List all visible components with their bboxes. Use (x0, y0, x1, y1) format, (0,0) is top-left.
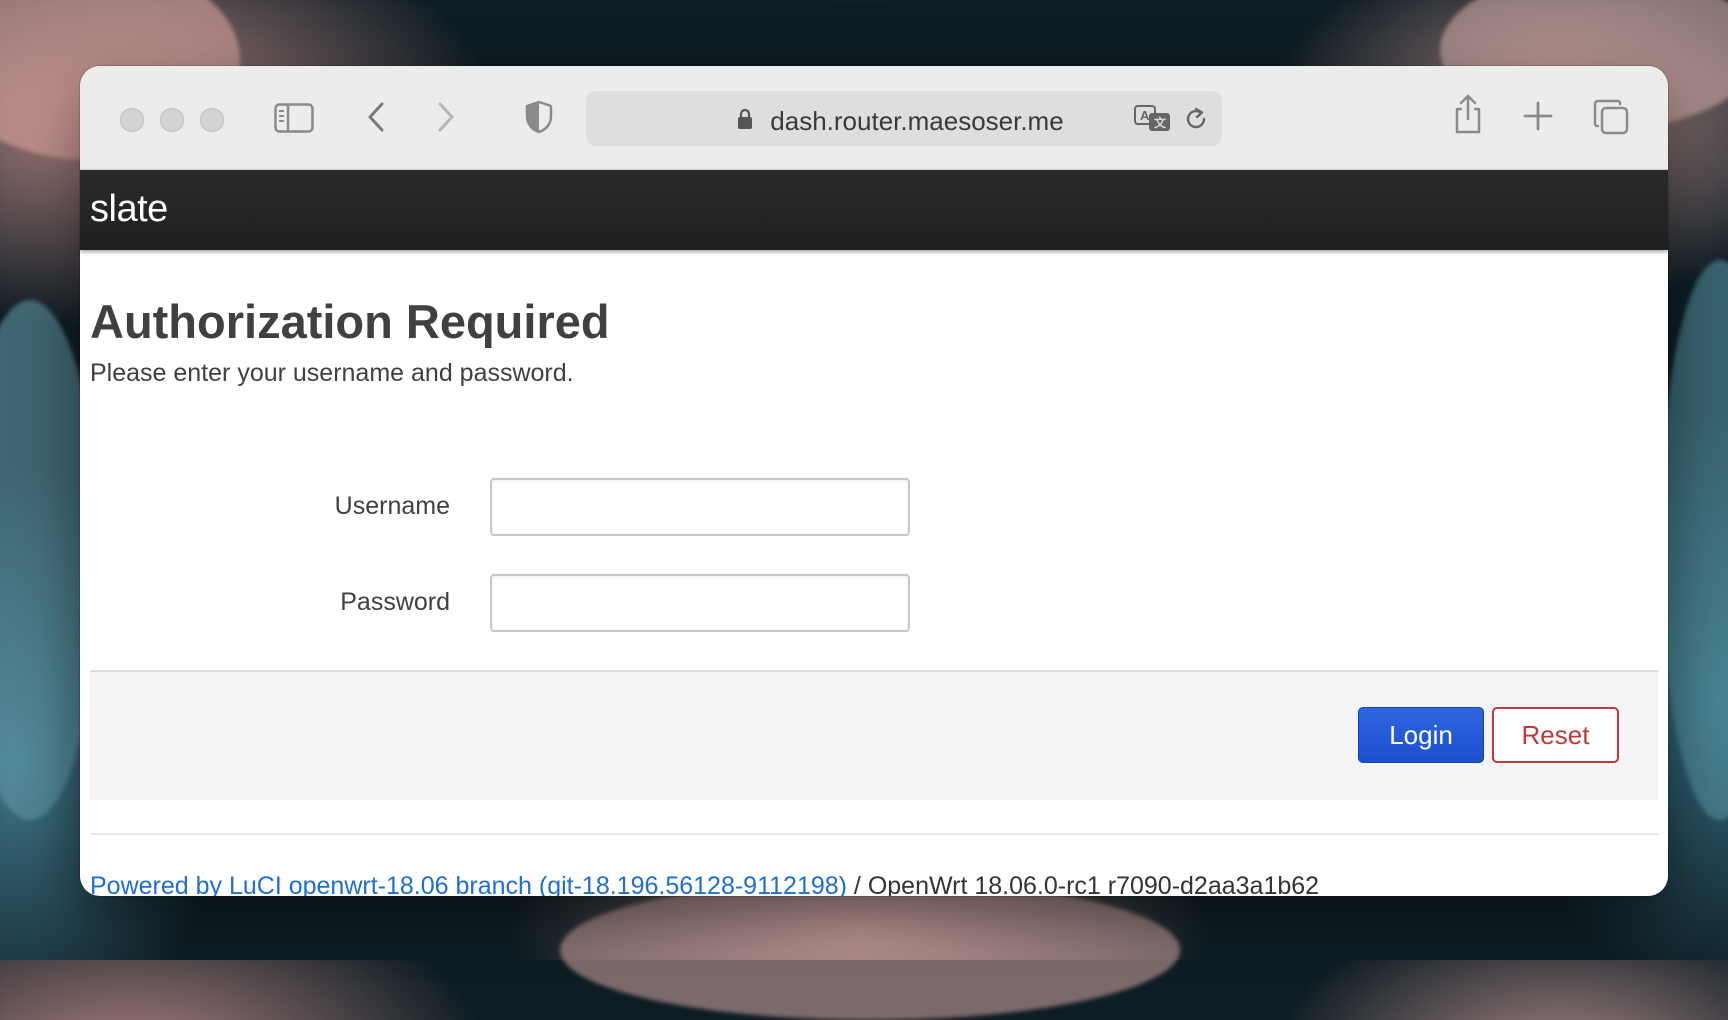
address-bar[interactable]: dash.router.maesoser.me A 文 (586, 91, 1222, 146)
username-input[interactable] (490, 478, 910, 536)
footer-divider (90, 833, 1658, 835)
page-subtitle: Please enter your username and password. (90, 359, 574, 387)
share-icon[interactable] (1452, 92, 1484, 136)
password-label: Password (340, 588, 450, 616)
zoom-window-button[interactable] (200, 108, 224, 132)
minimize-window-button[interactable] (160, 108, 184, 132)
chevron-left-icon[interactable] (364, 100, 388, 134)
chevron-right-icon[interactable] (434, 100, 458, 134)
browser-toolbar: dash.router.maesoser.me A 文 (80, 66, 1668, 170)
reload-icon[interactable] (1182, 105, 1210, 133)
plus-icon[interactable] (1522, 100, 1554, 132)
footer: Powered by LuCI openwrt-18.06 branch (gi… (90, 872, 1319, 896)
tabs-overview-icon[interactable] (1592, 98, 1630, 136)
svg-text:A: A (1140, 108, 1150, 123)
page-title: Authorization Required (90, 295, 610, 348)
brand-logo[interactable]: slate (90, 188, 168, 231)
translate-icon[interactable]: A 文 (1134, 104, 1172, 134)
reset-button[interactable]: Reset (1492, 707, 1619, 763)
svg-text:文: 文 (1154, 115, 1167, 130)
url-text: dash.router.maesoser.me (770, 106, 1064, 136)
sidebar-icon[interactable] (274, 101, 314, 135)
wallpaper-blob (1660, 260, 1728, 820)
username-label: Username (334, 492, 450, 520)
firmware-version: / OpenWrt 18.06.0-rc1 r7090-d2aa3a1b62 (846, 872, 1320, 896)
site-header: slate (80, 170, 1668, 250)
shield-icon[interactable] (524, 98, 554, 136)
password-input[interactable] (490, 574, 910, 632)
luci-link[interactable]: Powered by LuCI openwrt-18.06 branch (gi… (90, 872, 847, 896)
close-window-button[interactable] (120, 108, 144, 132)
form-actions: Login Reset (90, 670, 1658, 800)
wallpaper-blob (560, 880, 1180, 1020)
login-button[interactable]: Login (1358, 707, 1484, 763)
browser-window: dash.router.maesoser.me A 文 slate Author… (80, 66, 1668, 896)
